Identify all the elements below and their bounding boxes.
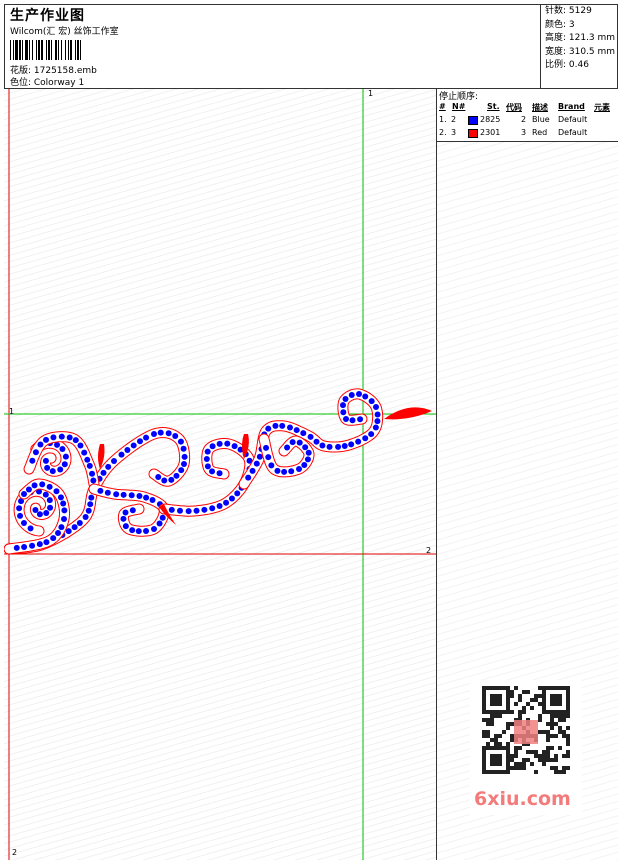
table-header: # N# St. 代码 描述 Brand 元素 <box>437 101 618 114</box>
production-sheet: 生产作业图 Wilcom(汇 宏) 丝饰工作室 花版: 1725158.emb … <box>0 0 620 861</box>
row-brand: Default <box>558 128 588 137</box>
design-area: 1 1 2 2 <box>4 89 437 860</box>
row-desc: Blue <box>532 115 550 124</box>
axis-marker-left: 1 <box>9 407 15 416</box>
row-brand: Default <box>558 115 588 124</box>
axis-marker-right: 2 <box>426 546 432 555</box>
axis-marker-top: 1 <box>368 89 374 98</box>
barcode-icon <box>10 40 81 60</box>
row-no: 2 <box>451 115 457 124</box>
embroidery-design <box>4 388 432 555</box>
design-scale: 比例: 0.46 <box>545 60 589 70</box>
design-width: 宽度: 310.5 mm <box>545 46 616 57</box>
col-element: 元素 <box>594 103 610 112</box>
col-st: St. <box>487 102 500 111</box>
page-title: 生产作业图 <box>10 8 85 24</box>
stitch-count: 针数: 5129 <box>545 6 592 16</box>
row-index: 1. <box>439 115 447 124</box>
stop-sequence-panel: 停止顺序: # N# St. 代码 描述 Brand 元素 1. 2 2825 … <box>437 89 618 142</box>
sheet-header: 生产作业图 Wilcom(汇 宏) 丝饰工作室 花版: 1725158.emb … <box>4 4 618 89</box>
col-desc: 描述 <box>532 103 548 112</box>
row-no: 3 <box>451 128 457 137</box>
row-st: 2301 <box>480 128 501 137</box>
table-row: 2. 3 2301 3 Red Default <box>437 127 618 140</box>
stop-sequence-table: # N# St. 代码 描述 Brand 元素 1. 2 2825 2 Blue… <box>437 101 618 140</box>
stats-panel: 针数: 5129 颜色: 3 高度: 121.3 mm 宽度: 310.5 mm… <box>540 4 618 89</box>
row-index: 2. <box>439 128 447 137</box>
axis-marker-bottom: 2 <box>12 848 18 857</box>
row-st: 2825 <box>480 115 501 124</box>
row-code: 2 <box>521 115 527 124</box>
col-brand: Brand <box>558 102 585 111</box>
watermark-text: 6xiu.com <box>474 788 571 810</box>
row-code: 3 <box>521 128 527 137</box>
colorway-label: 色位: Colorway 1 <box>10 78 85 88</box>
col-code: 代码 <box>506 103 522 112</box>
table-row: 1. 2 2825 2 Blue Default <box>437 114 618 127</box>
color-swatch <box>468 129 478 138</box>
qr-code-icon <box>482 686 570 774</box>
color-count: 颜色: 3 <box>545 19 575 30</box>
design-canvas <box>4 89 436 860</box>
row-desc: Red <box>532 128 548 137</box>
color-swatch <box>468 116 478 125</box>
company-name: Wilcom(汇 宏) 丝饰工作室 <box>10 27 119 37</box>
design-height: 高度: 121.3 mm <box>545 33 616 43</box>
col-no: N# <box>452 102 466 111</box>
col-index: # <box>439 102 446 111</box>
